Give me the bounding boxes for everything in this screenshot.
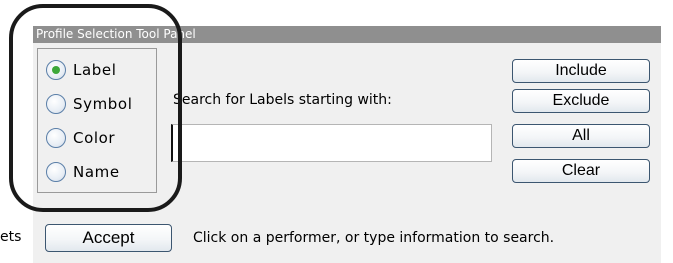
radio-label: Color: [73, 129, 116, 147]
radio-unselected-icon[interactable]: [46, 162, 66, 182]
search-type-radio-group: Label Symbol Color Name: [37, 48, 157, 193]
radio-label: Symbol: [73, 95, 133, 113]
all-button[interactable]: All: [512, 124, 650, 148]
radio-selected-icon[interactable]: [46, 60, 66, 80]
radio-unselected-icon[interactable]: [46, 94, 66, 114]
radio-option-label[interactable]: Label: [46, 57, 116, 83]
search-input[interactable]: [171, 124, 492, 162]
status-message: Click on a performer, or type informatio…: [193, 230, 555, 246]
exclude-button[interactable]: Exclude: [512, 89, 650, 113]
include-button[interactable]: Include: [512, 59, 650, 83]
accept-button[interactable]: Accept: [45, 224, 172, 252]
radio-option-symbol[interactable]: Symbol: [46, 91, 132, 117]
radio-label: Label: [73, 61, 117, 79]
radio-option-color[interactable]: Color: [46, 125, 115, 151]
radio-option-name[interactable]: Name: [46, 159, 120, 185]
radio-label: Name: [73, 163, 120, 181]
radio-unselected-icon[interactable]: [46, 128, 66, 148]
clear-button[interactable]: Clear: [512, 159, 650, 183]
search-label: Search for Labels starting with:: [173, 92, 392, 108]
panel-title: Profile Selection Tool Panel: [36, 27, 196, 41]
cropped-left-text: ets: [0, 229, 22, 245]
